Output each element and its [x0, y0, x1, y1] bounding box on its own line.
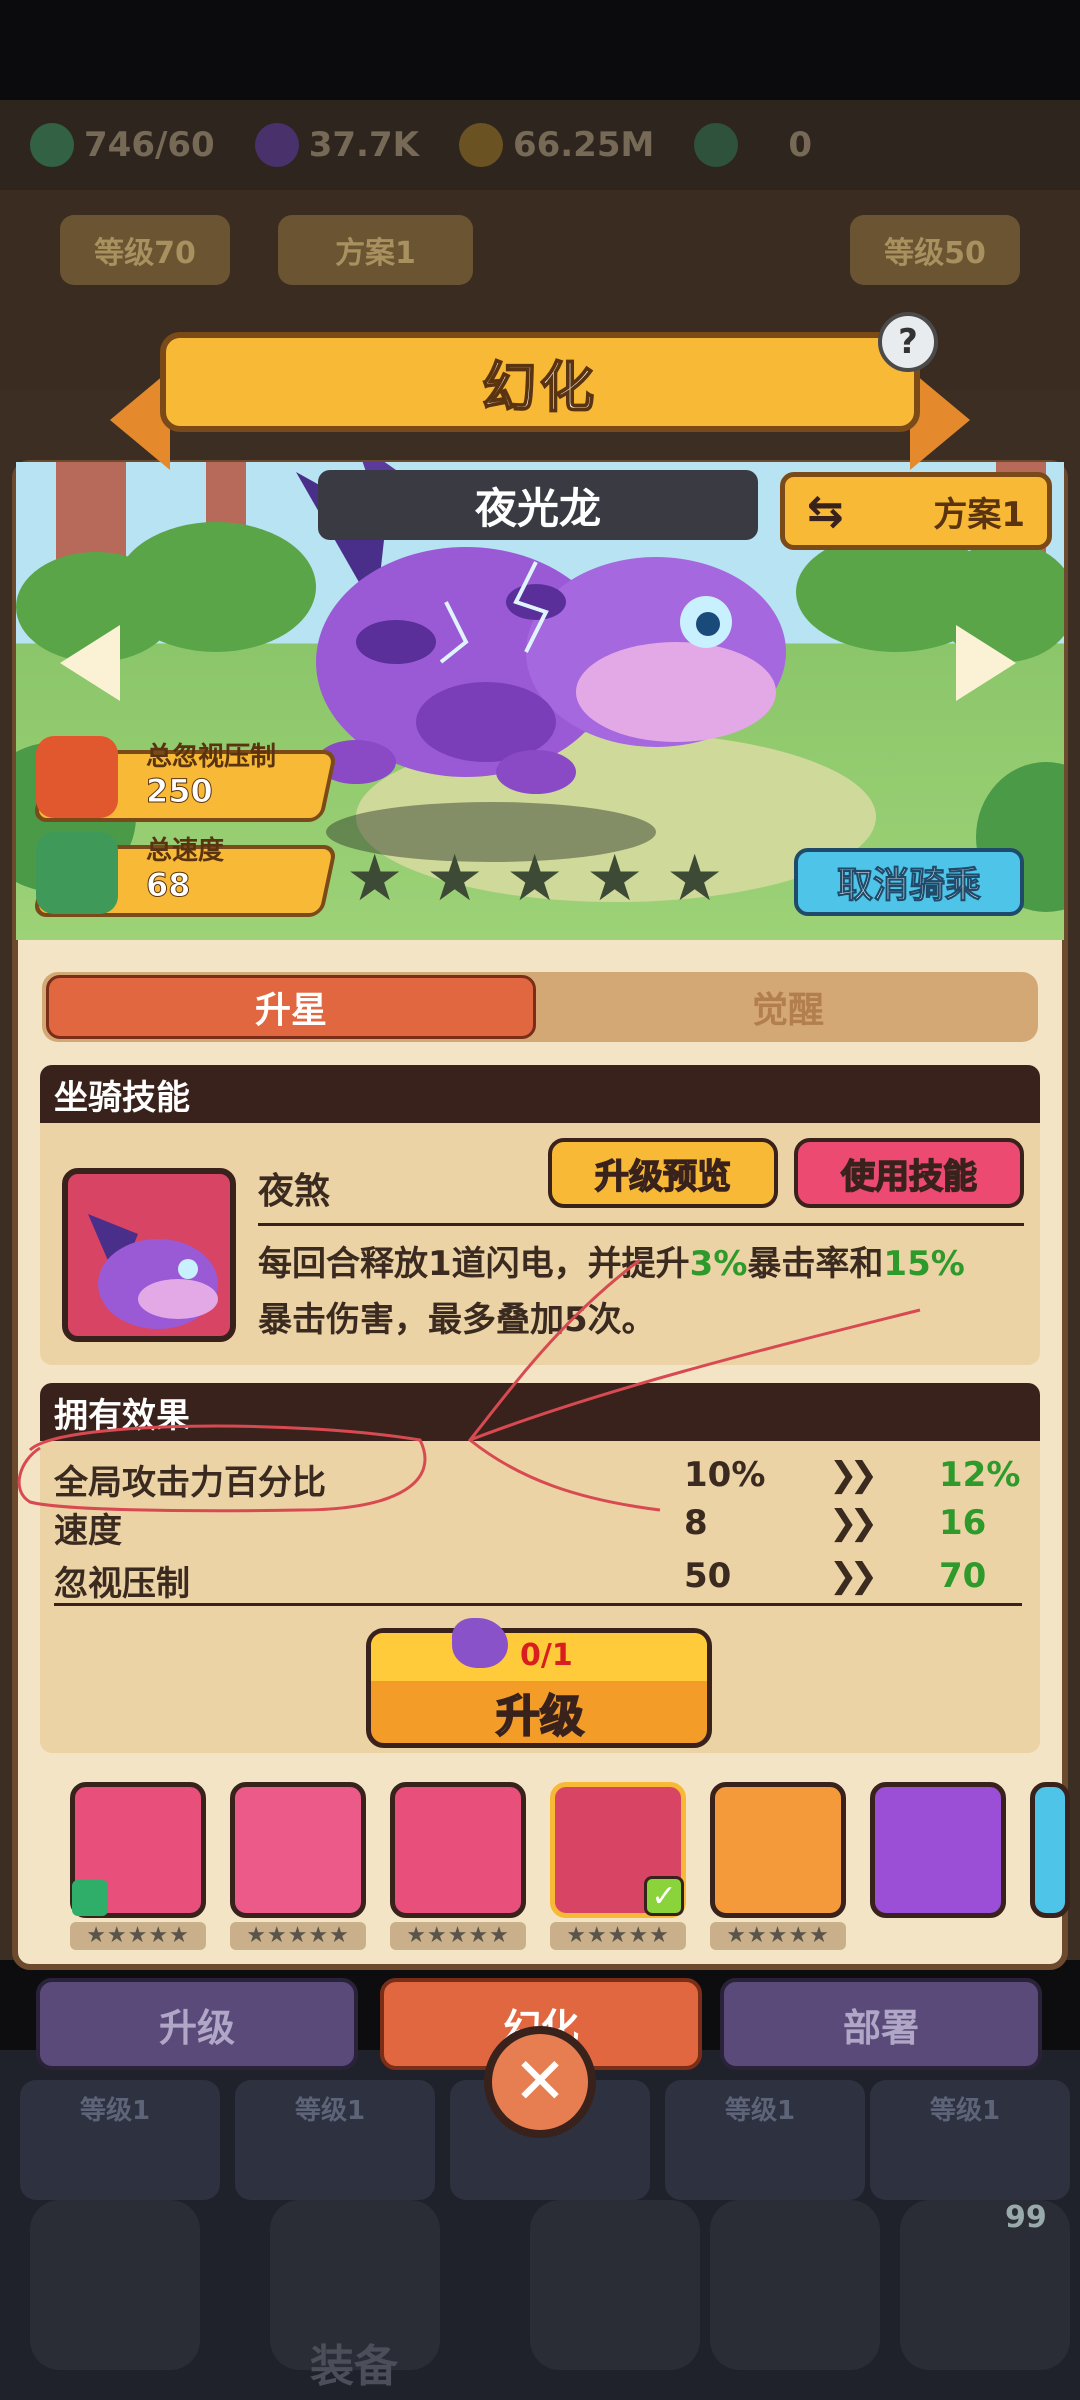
divider: [54, 1603, 1022, 1606]
resource-gem: 0: [694, 123, 812, 167]
star-icon: ★: [426, 842, 484, 916]
bg-slot: 等级1: [870, 2080, 1070, 2200]
stat-value: 250: [146, 772, 214, 811]
plan-label: 方案1: [933, 494, 1025, 535]
upgrade-material-count: 0/1: [520, 1638, 573, 1673]
purple-cube-icon: [254, 123, 299, 167]
status-bar: [0, 0, 1080, 100]
battle-nav-icon: [530, 2200, 700, 2370]
boot-icon: [36, 832, 118, 914]
resource-value: 0: [788, 125, 813, 165]
bg-slot: 等级1: [235, 2080, 435, 2200]
equipped-hero-icon: [72, 1880, 108, 1916]
skill-section-header: 坐骑技能: [40, 1065, 1040, 1123]
resource-cube: 37.7K: [254, 123, 419, 167]
tab-upgrade[interactable]: 升级: [36, 1978, 358, 2070]
mount-stars: ★★★★★: [550, 1922, 686, 1950]
upgrade-label: 升级: [495, 1690, 585, 1743]
resource-value: 66.25M: [512, 125, 655, 165]
mount-stars: ★★★★★: [390, 1922, 526, 1950]
green-crystal-icon: [30, 123, 74, 167]
mount-stars: ★★★★★: [70, 1922, 206, 1950]
mount-slot[interactable]: [870, 1782, 1006, 1918]
stat-value: 68: [146, 866, 192, 905]
mount-slot[interactable]: [390, 1782, 526, 1918]
bg-plan-badge: 方案1: [278, 215, 473, 285]
mount-stars: ★★★★★: [230, 1922, 366, 1950]
count-badge: 99: [1005, 2200, 1047, 2235]
next-mount-arrow-icon[interactable]: [956, 625, 1016, 701]
close-button[interactable]: ✕: [484, 2026, 596, 2138]
dialog-title: 幻化: [160, 332, 920, 432]
stat-label: 总忽视压制: [146, 742, 277, 772]
stat-label: 总速度: [146, 836, 225, 866]
skill-name: 夜煞: [258, 1171, 331, 1212]
bg-slot: 等级1: [665, 2080, 865, 2200]
resource-value: 37.7K: [308, 125, 419, 165]
mount-slot[interactable]: [230, 1782, 366, 1918]
resource-value: 746/60: [84, 125, 215, 165]
plan-switch-button[interactable]: ⇆ 方案1: [780, 472, 1052, 550]
star-icon: ★: [506, 842, 564, 916]
star-icon: ★: [586, 842, 644, 916]
star-icon: ★: [666, 842, 724, 916]
upgrade-preview-button[interactable]: 升级预览: [548, 1138, 778, 1208]
resource-crystal: 746/60: [30, 123, 215, 167]
mount-slot-partial[interactable]: [1030, 1782, 1070, 1918]
checkmark-icon: ✓: [644, 1876, 684, 1916]
nav-label: 装备: [310, 2341, 398, 2392]
dragon-token-icon: [452, 1618, 508, 1668]
bg-level-badge-right: 等级50: [850, 215, 1020, 285]
star-icon: ★: [346, 842, 404, 916]
mount-name: 夜光龙: [318, 470, 758, 540]
cancel-ride-button[interactable]: 取消骑乘: [794, 848, 1024, 916]
help-icon[interactable]: ?: [878, 312, 938, 372]
upgrade-nav-icon: [710, 2200, 880, 2370]
swap-arrows-icon: ⇆: [807, 485, 844, 537]
mount-stars: ★★★★★: [710, 1922, 846, 1950]
tab-awaken[interactable]: 觉醒: [540, 975, 1036, 1039]
resource-coin: 66.25M: [458, 123, 655, 167]
divider: [258, 1223, 1024, 1226]
hand-drawn-annotation: [17, 1258, 921, 1513]
tab-star-up[interactable]: 升星: [46, 975, 536, 1039]
tab-deploy[interactable]: 部署: [720, 1978, 1042, 2070]
bg-level-badge: 等级70: [60, 215, 230, 285]
green-gem-icon: [694, 123, 739, 167]
gold-coin-icon: [458, 123, 503, 167]
resource-bar: 746/60 37.7K 66.25M 0: [0, 100, 1080, 190]
bg-slot: 等级1: [20, 2080, 220, 2200]
armor-icon: [36, 736, 118, 818]
use-skill-button[interactable]: 使用技能: [794, 1138, 1024, 1208]
mount-slot[interactable]: [710, 1782, 846, 1918]
previous-mount-arrow-icon[interactable]: [60, 625, 120, 701]
shop-nav-icon: [30, 2200, 200, 2370]
